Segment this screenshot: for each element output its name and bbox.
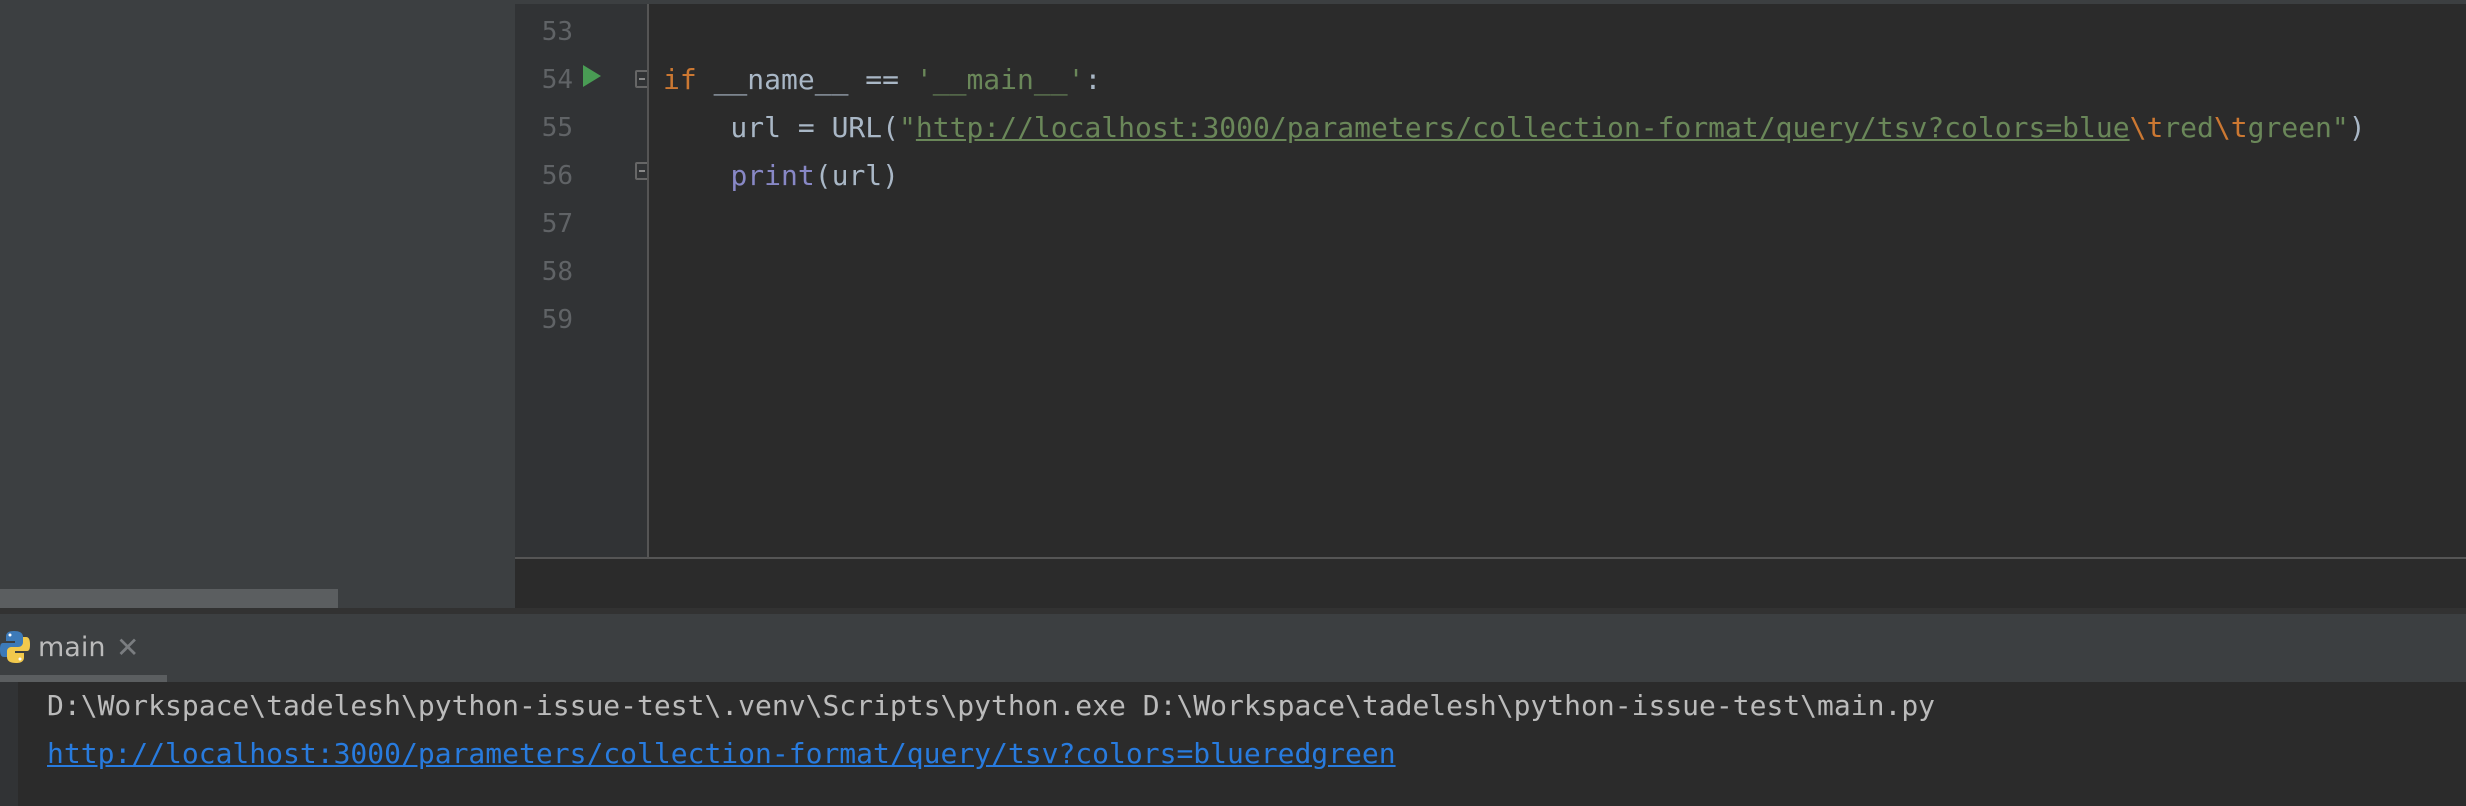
code-text: (url)	[814, 159, 900, 192]
code-text: __name__ ==	[696, 63, 916, 96]
run-console[interactable]: D:\Workspace\tadelesh\python-issue-test\…	[0, 682, 2466, 806]
code-line-54: if __name__ == '__main__':	[663, 56, 1101, 104]
keyword-if: if	[663, 63, 697, 96]
run-tool-window-header: main ✕	[0, 614, 2466, 683]
string-literal: '__main__'	[915, 63, 1085, 96]
project-panel-scrollbar-thumb[interactable]	[0, 589, 338, 608]
project-panel	[0, 0, 515, 608]
line-number: 53	[541, 17, 573, 47]
run-arrow-icon[interactable]	[583, 65, 601, 87]
code-text: )	[2348, 111, 2366, 144]
escape-sequence: \t	[2129, 111, 2164, 144]
code-line-56: print(url)	[663, 152, 899, 200]
close-icon[interactable]: ✕	[116, 628, 139, 668]
code-text: url = URL(	[663, 111, 900, 144]
console-gutter	[0, 682, 18, 806]
ide-window: 53 54 55 56 57 58 59 if __name__ == '__m…	[0, 0, 2466, 806]
escape-sequence: \t	[2213, 111, 2248, 144]
code-line-55: url = URL("http://localhost:3000/paramet…	[663, 104, 2366, 152]
string-literal: green"	[2247, 111, 2349, 144]
console-command-line: D:\Workspace\tadelesh\python-issue-test\…	[47, 689, 1936, 722]
code-text: :	[1084, 63, 1102, 96]
string-literal: red	[2163, 111, 2214, 144]
line-number: 54	[541, 65, 573, 95]
run-tab-label: main	[38, 632, 106, 663]
builtin-print: print	[730, 159, 815, 192]
run-tab-main[interactable]: main ✕	[0, 614, 167, 682]
code-editor[interactable]: 53 54 55 56 57 58 59 if __name__ == '__m…	[515, 0, 2466, 558]
line-number: 57	[541, 209, 573, 239]
editor-bottom-area	[515, 557, 2466, 608]
console-output-link[interactable]: http://localhost:3000/parameters/collect…	[47, 730, 1396, 778]
editor-gutter: 53 54 55 56 57 58 59	[515, 4, 649, 558]
gutter-divider	[647, 4, 649, 558]
active-tab-indicator	[0, 675, 167, 682]
python-icon	[0, 631, 30, 663]
string-literal: "	[899, 111, 916, 144]
url-literal[interactable]: http://localhost:3000/parameters/collect…	[916, 111, 2130, 144]
line-number: 55	[541, 113, 573, 143]
line-number: 58	[541, 257, 573, 287]
line-number: 59	[541, 305, 573, 335]
line-number: 56	[541, 161, 573, 191]
